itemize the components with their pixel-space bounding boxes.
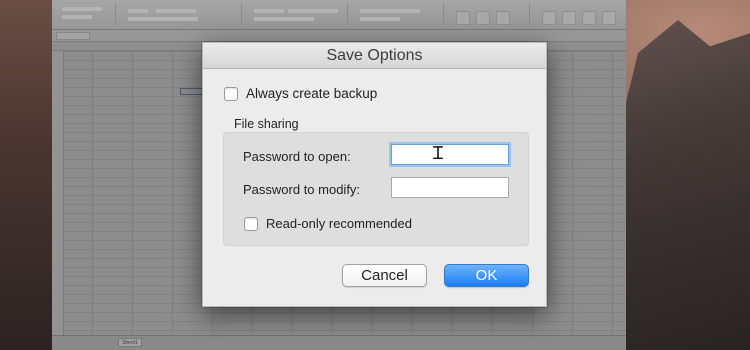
read-only-recommended-option[interactable]: Read-only recommended (244, 216, 412, 231)
formula-bar (52, 30, 626, 42)
sheet-tab-bar: Sheet1 (52, 335, 626, 350)
password-to-modify-field[interactable] (391, 177, 509, 198)
ribbon-group-number (354, 3, 444, 25)
always-create-backup-label: Always create backup (246, 86, 378, 101)
ribbon (52, 0, 626, 30)
ribbon-group-alignment (248, 3, 348, 25)
password-to-modify-label: Password to modify: (243, 182, 361, 197)
ribbon-group-font (122, 3, 242, 25)
dialog-title: Save Options (326, 47, 423, 64)
sheet-tab: Sheet1 (118, 338, 142, 347)
read-only-recommended-label: Read-only recommended (266, 216, 412, 231)
ribbon-group-cells (536, 3, 622, 25)
cancel-button[interactable]: Cancel (342, 264, 427, 287)
save-options-dialog: Save Options Always create backup File s… (202, 42, 547, 307)
read-only-recommended-checkbox[interactable] (244, 216, 258, 231)
password-to-open-field[interactable] (391, 144, 509, 165)
ribbon-group-edit (56, 3, 116, 25)
row-headers (52, 51, 64, 335)
always-create-backup-checkbox[interactable] (224, 86, 238, 101)
ok-button[interactable]: OK (444, 264, 529, 287)
file-sharing-group: Password to open: Password to modify: Re… (223, 132, 529, 246)
desktop-wallpaper-left (0, 0, 60, 350)
password-to-open-label: Password to open: (243, 149, 351, 164)
always-create-backup-option[interactable]: Always create backup (224, 86, 377, 101)
file-sharing-label: File sharing (234, 117, 299, 131)
ribbon-group-format (450, 3, 530, 25)
dialog-titlebar: Save Options (203, 43, 546, 69)
name-box (56, 32, 90, 40)
